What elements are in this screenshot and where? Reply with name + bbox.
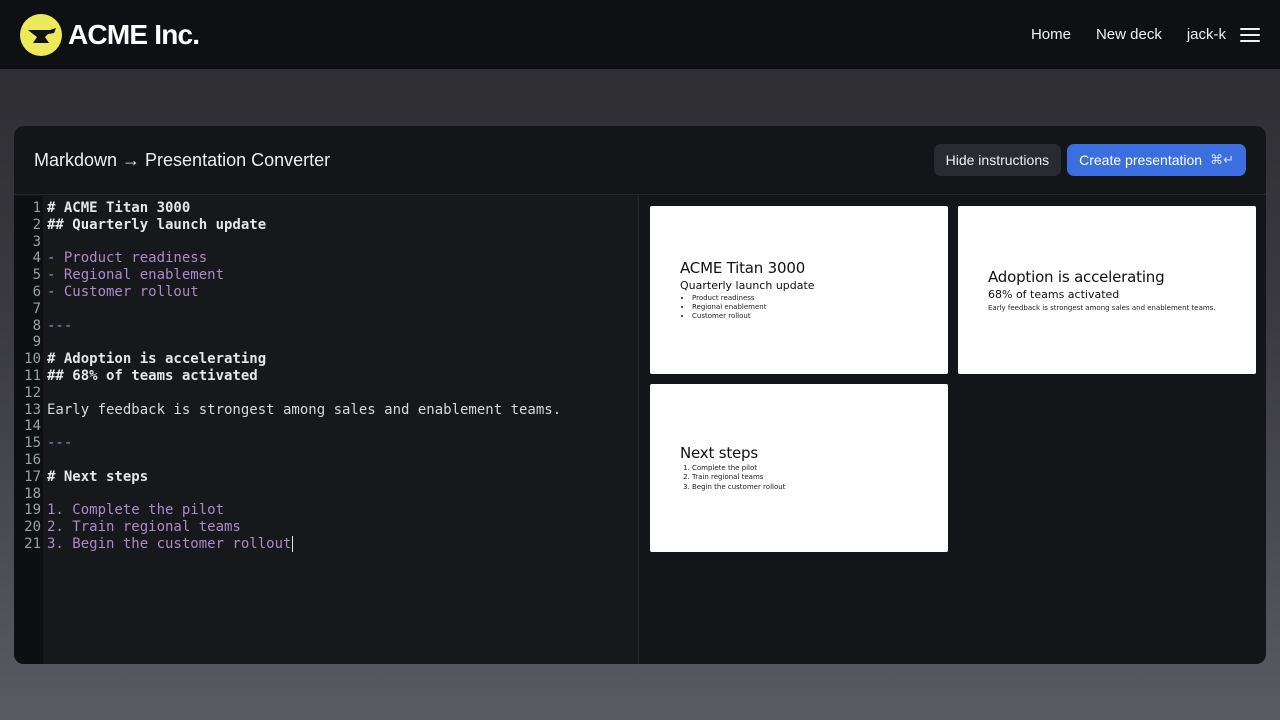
line-number: 10 <box>24 351 41 368</box>
editor-line[interactable]: 7 <box>14 301 639 318</box>
user-menu-link[interactable]: jack-k <box>1187 26 1226 43</box>
editor-lines[interactable]: 1 # ACME Titan 3000 2 ## Quarterly launch u… <box>14 200 639 553</box>
editor-line[interactable]: 4 - Product readiness <box>14 250 639 267</box>
line-number: 15 <box>24 435 41 452</box>
line-content: # ACME Titan 3000 <box>47 200 191 216</box>
editor-line[interactable]: 5 - Regional enablement <box>14 267 639 284</box>
editor-line[interactable]: 14 <box>14 418 639 435</box>
line-content: - Regional enablement <box>47 267 225 284</box>
slide-numbered-item: Train regional teams <box>692 473 948 482</box>
line-number: 8 <box>32 317 41 334</box>
slide-bullet-list: Product readiness Regional enablement Cu… <box>680 294 948 322</box>
slide-numbered-item: Complete the pilot <box>692 464 948 473</box>
anvil-icon <box>20 13 62 56</box>
line-number: 16 <box>24 451 41 468</box>
editor-line[interactable]: 3 <box>14 234 639 251</box>
line-number: 11 <box>24 367 41 384</box>
line-content: ## Quarterly launch update <box>47 216 267 233</box>
line-content: - Customer rollout <box>47 283 199 300</box>
line-number: 12 <box>24 384 41 401</box>
line-number: 13 <box>24 401 41 418</box>
editor-line[interactable]: 1 # ACME Titan 3000 <box>14 200 639 217</box>
editor-line[interactable]: 12 <box>14 385 639 402</box>
editor-line[interactable]: 20 2. Train regional teams <box>14 519 639 536</box>
slide-preview-panel: ACME Titan 3000 Quarterly launch update … <box>640 196 1266 664</box>
slide-thumbnail-3[interactable]: Next steps Complete the pilot Train regi… <box>650 384 948 552</box>
line-content: 2. Train regional teams <box>47 519 241 536</box>
editor-line[interactable]: 16 <box>14 452 639 469</box>
editor-line[interactable]: 11 ## 68% of teams activated <box>14 368 639 385</box>
line-content: - Product readiness <box>47 250 208 267</box>
line-number: 3 <box>32 233 41 250</box>
line-number: 9 <box>32 334 41 351</box>
main-nav: Home New deck jack-k <box>1006 26 1260 43</box>
line-content: --- <box>47 317 73 334</box>
slide-paragraph: Early feedback is strongest among sales … <box>988 304 1216 312</box>
editor-line[interactable]: 21 3. Begin the customer rollout <box>14 535 639 553</box>
slide-subtitle: Quarterly launch update <box>680 278 815 292</box>
editor-line[interactable]: 10 # Adoption is accelerating <box>14 351 639 368</box>
line-content: # Next steps <box>47 468 149 485</box>
create-presentation-button[interactable]: Create presentation ⌘↵ <box>1067 144 1246 176</box>
line-number: 2 <box>32 216 41 233</box>
header-actions: Hide instructions Create presentation ⌘↵ <box>933 144 1246 176</box>
editor-line[interactable]: 6 - Customer rollout <box>14 284 639 301</box>
text-cursor <box>292 535 294 552</box>
nav-home-link[interactable]: Home <box>1031 26 1071 43</box>
editor-line[interactable]: 2 ## Quarterly launch update <box>14 217 639 234</box>
editor-line[interactable]: 8 --- <box>14 318 639 335</box>
line-number: 6 <box>32 283 41 300</box>
editor-line[interactable]: 13 Early feedback is strongest among sale… <box>14 402 639 419</box>
hide-instructions-button[interactable]: Hide instructions <box>933 144 1062 176</box>
line-number: 14 <box>24 418 41 435</box>
editor-line[interactable]: 19 1. Complete the pilot <box>14 502 639 519</box>
hamburger-menu-icon[interactable] <box>1240 27 1260 42</box>
brand-name: ACME Inc. <box>68 18 200 50</box>
card-header: Markdown → Presentation Converter Hide i… <box>14 126 1266 195</box>
line-content: --- <box>47 435 73 452</box>
editor-line[interactable]: 17 # Next steps <box>14 469 639 486</box>
line-content: 1. Complete the pilot <box>47 502 225 519</box>
slide-title: ACME Titan 3000 <box>680 258 806 277</box>
slide-subtitle: 68% of teams activated <box>988 288 1120 301</box>
brand[interactable]: ACME Inc. <box>20 13 200 56</box>
slide-bullet: Customer rollout <box>692 312 948 321</box>
line-content: ## 68% of teams activated <box>47 367 258 384</box>
converter-body: 1 # ACME Titan 3000 2 ## Quarterly launch u… <box>14 196 1266 664</box>
top-navbar: ACME Inc. Home New deck jack-k <box>0 0 1280 69</box>
editor-line[interactable]: 18 <box>14 486 639 503</box>
slide-numbered-item: Begin the customer rollout <box>692 483 948 492</box>
slide-bullet: Regional enablement <box>692 303 948 312</box>
line-number: 5 <box>32 267 41 284</box>
line-number: 1 <box>32 200 41 216</box>
line-number: 4 <box>32 250 41 267</box>
page-title: Markdown → Presentation Converter <box>34 149 331 170</box>
slide-thumbnail-1[interactable]: ACME Titan 3000 Quarterly launch update … <box>650 206 948 374</box>
line-content: # Adoption is accelerating <box>47 351 267 368</box>
converter-card: Markdown → Presentation Converter Hide i… <box>14 126 1266 664</box>
line-content: Early feedback is strongest among sales … <box>47 401 562 418</box>
line-number: 17 <box>24 468 41 485</box>
editor-line[interactable]: 15 --- <box>14 435 639 452</box>
line-number: 21 <box>24 535 41 552</box>
editor-line[interactable]: 9 <box>14 334 639 351</box>
line-number: 19 <box>24 502 41 519</box>
markdown-editor[interactable]: 1 # ACME Titan 3000 2 ## Quarterly launch u… <box>14 196 639 664</box>
slide-bullet: Product readiness <box>692 294 948 303</box>
line-number: 18 <box>24 485 41 502</box>
create-presentation-label: Create presentation <box>1079 152 1203 168</box>
line-number: 7 <box>32 300 41 317</box>
line-number: 20 <box>24 519 41 536</box>
slide-title: Next steps <box>680 444 758 463</box>
keyboard-shortcut-hint: ⌘↵ <box>1210 152 1234 167</box>
slide-numbered-list: Complete the pilot Train regional teams … <box>680 464 948 492</box>
line-content: 3. Begin the customer rollout <box>47 535 294 552</box>
slide-title: Adoption is accelerating <box>988 268 1165 286</box>
nav-new-deck-link[interactable]: New deck <box>1096 26 1162 43</box>
slide-thumbnail-2[interactable]: Adoption is accelerating 68% of teams ac… <box>958 206 1256 374</box>
